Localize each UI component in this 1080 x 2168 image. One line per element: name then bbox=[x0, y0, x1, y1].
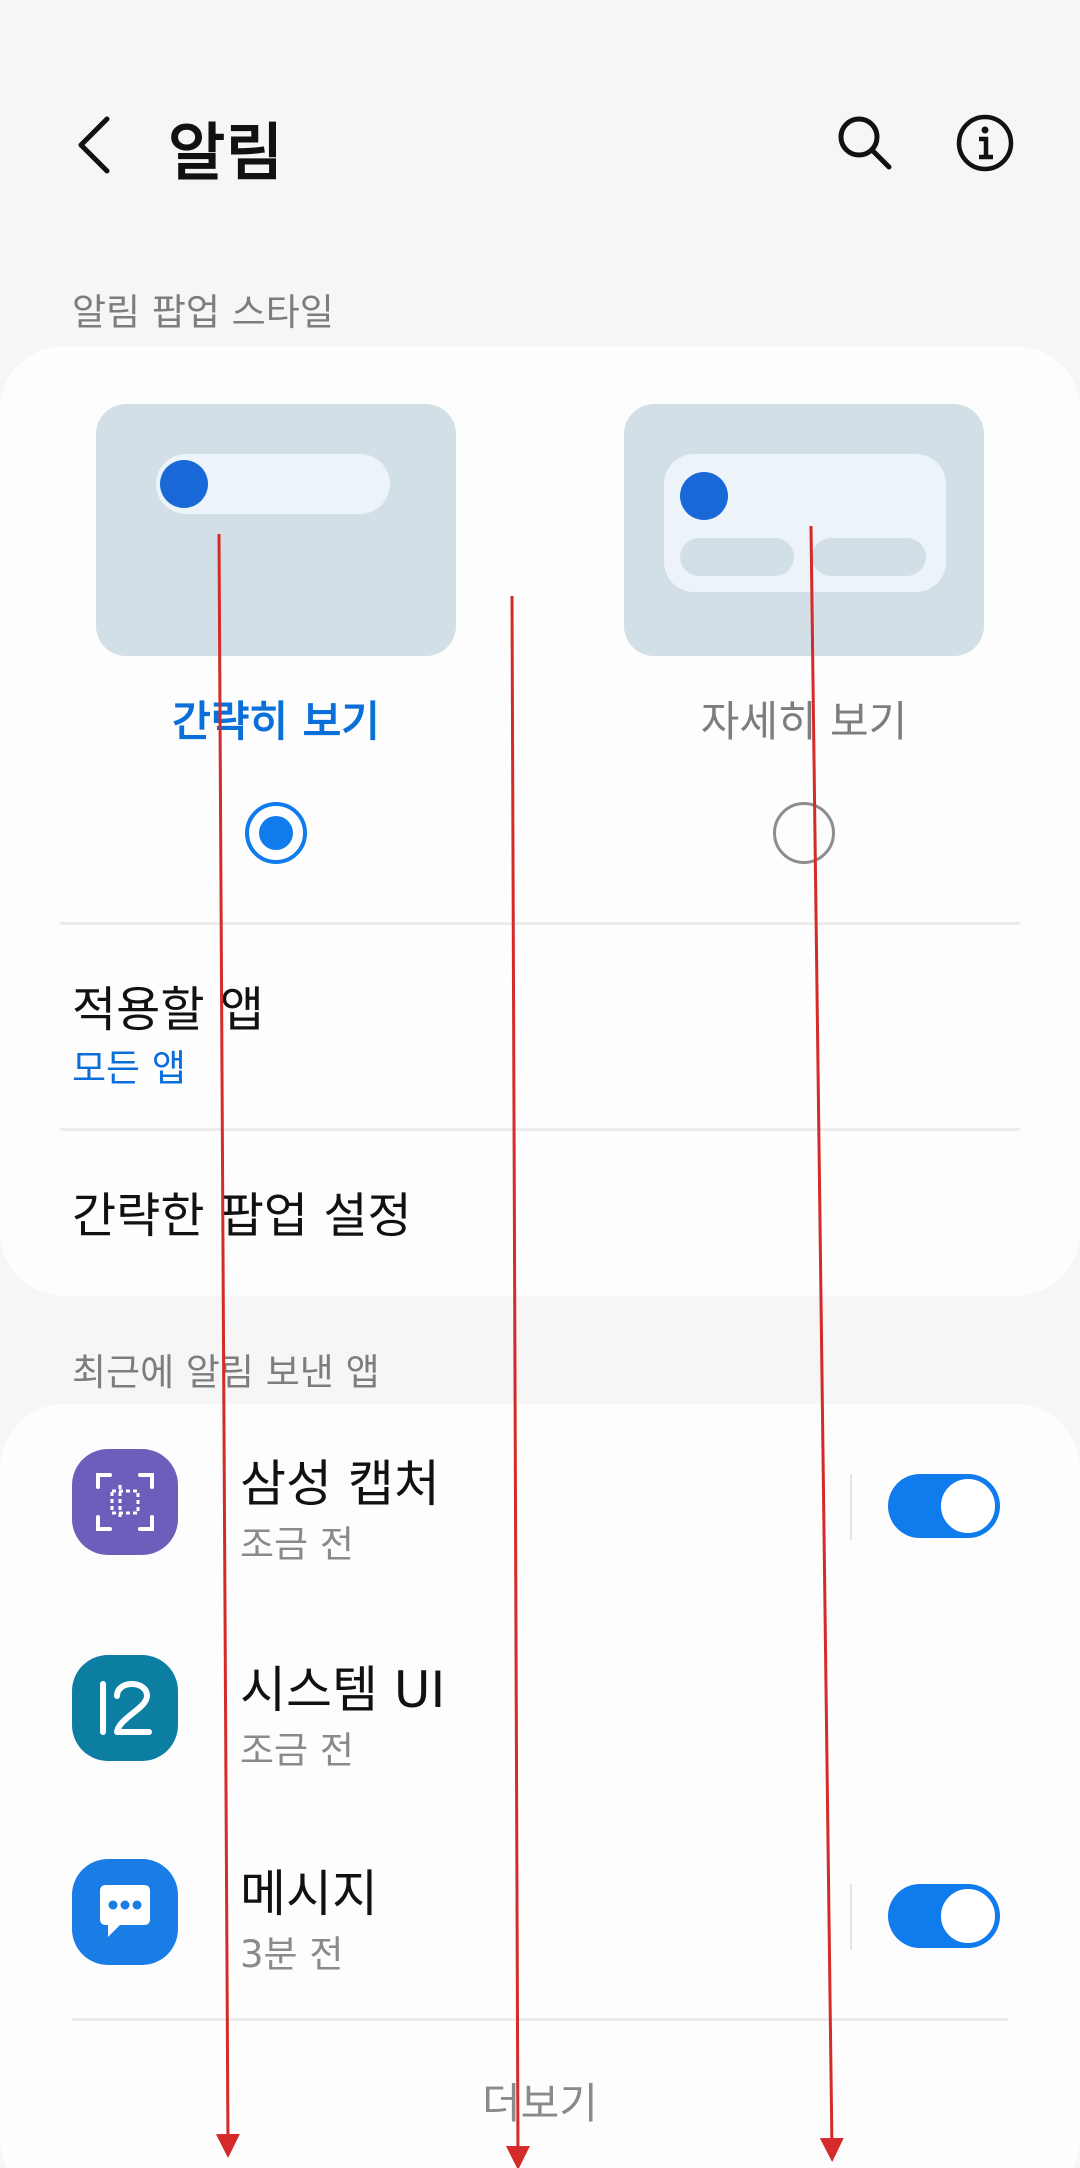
popup-style-simple-radio[interactable] bbox=[245, 802, 307, 864]
section-label-popup-style: 알림 팝업 스타일 bbox=[72, 291, 334, 334]
simple-preview-image bbox=[96, 404, 456, 656]
section-label-recent-apps: 최근에 알림 보낸 앱 bbox=[72, 1351, 380, 1394]
app-name: 삼성 캡처 bbox=[240, 1455, 440, 1513]
capture-glyph bbox=[96, 1473, 154, 1531]
list-item-messages[interactable]: 메시지 3분 전 bbox=[0, 1814, 1080, 2014]
list-item-system-ui[interactable]: 시스템 UI 조금 전 bbox=[0, 1610, 1080, 1810]
back-button[interactable] bbox=[60, 105, 130, 185]
preview-bar bbox=[812, 538, 926, 576]
popup-style-card: 간략히 보기 자세히 보기 적용할 앱 모든 앱 간략한 팝업 설정 bbox=[0, 346, 1080, 1296]
messages-icon bbox=[72, 1859, 178, 1965]
app-name: 시스템 UI bbox=[240, 1661, 446, 1719]
more-button[interactable]: 더보기 bbox=[0, 2070, 1080, 2131]
page-title: 알림 bbox=[168, 116, 285, 189]
preview-pill bbox=[156, 454, 390, 514]
popup-style-simple-label: 간략히 보기 bbox=[172, 697, 380, 746]
app-time: 3분 전 bbox=[240, 1933, 344, 1976]
simple-popup-settings-row[interactable]: 간략한 팝업 설정 bbox=[0, 1132, 1080, 1296]
popup-style-simple-option[interactable]: 간략히 보기 bbox=[96, 346, 456, 886]
apply-apps-value: 모든 앱 bbox=[72, 1047, 186, 1090]
info-icon bbox=[956, 114, 1014, 172]
toggle-knob bbox=[938, 1476, 998, 1536]
notification-toggle[interactable] bbox=[888, 1474, 1000, 1538]
preview-bar bbox=[680, 538, 794, 576]
apply-apps-row[interactable]: 적용할 앱 모든 앱 bbox=[0, 926, 1080, 1126]
info-button[interactable] bbox=[950, 108, 1020, 178]
preview-dot bbox=[160, 460, 208, 508]
system-ui-icon bbox=[72, 1655, 178, 1761]
divider bbox=[850, 1884, 852, 1950]
chat-bubble-glyph bbox=[100, 1885, 150, 1937]
detail-preview-image bbox=[624, 404, 984, 656]
popup-style-detail-label: 자세히 보기 bbox=[700, 697, 908, 746]
list-item-samsung-capture[interactable]: 삼성 캡처 조금 전 bbox=[0, 1404, 1080, 1604]
popup-style-detail-option[interactable]: 자세히 보기 bbox=[624, 346, 984, 886]
apply-apps-title: 적용할 앱 bbox=[72, 982, 264, 1038]
search-button[interactable] bbox=[830, 108, 900, 178]
popup-style-detail-radio[interactable] bbox=[773, 802, 835, 864]
divider bbox=[60, 922, 1020, 925]
samsung-capture-icon bbox=[72, 1449, 178, 1555]
divider bbox=[850, 1474, 852, 1540]
app-name: 메시지 bbox=[240, 1865, 378, 1923]
app-time: 조금 전 bbox=[240, 1523, 354, 1566]
simple-popup-settings-title: 간략한 팝업 설정 bbox=[72, 1188, 412, 1244]
preview-card bbox=[664, 454, 946, 592]
toggle-knob bbox=[938, 1886, 998, 1946]
chevron-left-icon bbox=[78, 116, 110, 174]
preview-dot bbox=[680, 472, 728, 520]
divider bbox=[60, 1128, 1020, 1131]
recent-apps-card: 삼성 캡처 조금 전 시스템 UI 조금 전 메시지 3분 전 더보기 bbox=[0, 1404, 1080, 2168]
divider bbox=[72, 2018, 1008, 2021]
search-icon bbox=[838, 116, 892, 170]
notification-toggle[interactable] bbox=[888, 1884, 1000, 1948]
app-bar: 알림 bbox=[0, 0, 1080, 290]
app-time: 조금 전 bbox=[240, 1729, 354, 1772]
system-ui-glyph bbox=[100, 1681, 152, 1735]
